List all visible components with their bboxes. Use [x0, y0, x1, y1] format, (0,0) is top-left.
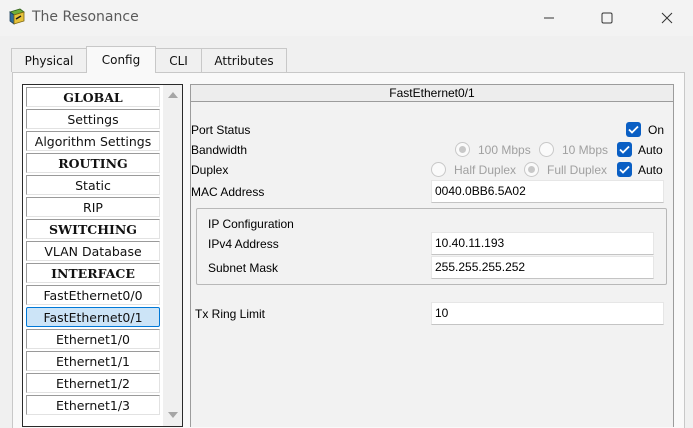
ipv4-address-label: IPv4 Address — [208, 237, 279, 251]
tx-ring-limit-field[interactable]: 10 — [431, 302, 664, 325]
scroll-down-arrow-icon[interactable] — [167, 409, 178, 420]
checkmark-icon — [628, 125, 639, 134]
duplex-half-label: Half Duplex — [454, 163, 517, 177]
mac-address-field[interactable]: 0040.0BB6.5A02 — [431, 180, 664, 203]
tab-cli[interactable]: CLI — [155, 48, 202, 72]
nav-scrollbar[interactable] — [163, 85, 182, 426]
port-status-on-label: On — [648, 123, 665, 137]
close-icon — [661, 12, 673, 24]
mac-address-label: MAC Address — [191, 185, 265, 199]
subnet-mask-field[interactable]: 255.255.255.252 — [431, 256, 654, 279]
nav-item-algorithm-settings[interactable]: Algorithm Settings — [26, 131, 160, 151]
title-bar: The Resonance — [0, 0, 693, 36]
bandwidth-label: Bandwidth — [191, 143, 248, 157]
section-header-global: GLOBAL — [26, 87, 160, 107]
nav-item-fastethernet0-1[interactable]: FastEthernet0/1 — [26, 307, 160, 327]
maximize-icon — [601, 12, 613, 24]
duplex-label: Duplex — [191, 163, 229, 177]
duplex-full-label: Full Duplex — [547, 163, 608, 177]
maximize-button[interactable] — [590, 6, 624, 30]
duplex-auto-label: Auto — [638, 163, 663, 177]
ip-configuration-group: IP Configuration IPv4 Address 10.40.11.1… — [196, 208, 667, 285]
port-status-on-checkbox[interactable] — [626, 122, 641, 137]
bandwidth-100mbps-radio[interactable] — [455, 142, 470, 157]
config-nav-list: GLOBAL Settings Algorithm Settings ROUTI… — [22, 84, 183, 427]
ipv4-address-field[interactable]: 10.40.11.193 — [431, 232, 654, 255]
port-status-label: Port Status — [191, 123, 251, 137]
close-button[interactable] — [650, 6, 684, 30]
tab-attributes[interactable]: Attributes — [201, 48, 287, 72]
bandwidth-10mbps-label: 10 Mbps — [562, 143, 609, 157]
ip-configuration-title: IP Configuration — [208, 217, 294, 231]
nav-item-ethernet1-0[interactable]: Ethernet1/0 — [26, 329, 160, 349]
tab-config[interactable]: Config — [86, 46, 156, 73]
nav-item-ethernet1-3[interactable]: Ethernet1/3 — [26, 395, 160, 415]
section-header-switching: SWITCHING — [26, 219, 160, 239]
nav-item-vlan-database[interactable]: VLAN Database — [26, 241, 160, 261]
bandwidth-10mbps-radio[interactable] — [539, 142, 554, 157]
nav-item-fastethernet0-0[interactable]: FastEthernet0/0 — [26, 285, 160, 305]
app-icon — [9, 8, 25, 25]
section-header-interface: INTERFACE — [26, 263, 160, 283]
window-title: The Resonance — [32, 9, 139, 25]
minimize-icon — [544, 17, 554, 19]
tab-bar: Physical Config CLI Attributes — [0, 36, 693, 73]
subnet-mask-label: Subnet Mask — [208, 261, 279, 275]
duplex-auto-checkbox[interactable] — [617, 162, 632, 177]
nav-item-ethernet1-2[interactable]: Ethernet1/2 — [26, 373, 160, 393]
interface-config-panel: FastEthernet0/1 Port Status On Bandwidth… — [190, 84, 674, 427]
tx-ring-limit-label: Tx Ring Limit — [195, 307, 266, 321]
checkmark-icon — [619, 145, 630, 154]
nav-item-settings[interactable]: Settings — [26, 109, 160, 129]
nav-item-rip[interactable]: RIP — [26, 197, 160, 217]
duplex-full-radio[interactable] — [524, 162, 539, 177]
nav-item-static[interactable]: Static — [26, 175, 160, 195]
panel-title: FastEthernet0/1 — [191, 85, 673, 102]
section-header-routing: ROUTING — [26, 153, 160, 173]
bandwidth-100mbps-label: 100 Mbps — [478, 143, 531, 157]
scroll-up-arrow-icon[interactable] — [167, 89, 178, 100]
checkmark-icon — [619, 165, 630, 174]
tab-physical[interactable]: Physical — [11, 48, 87, 72]
nav-item-ethernet1-1[interactable]: Ethernet1/1 — [26, 351, 160, 371]
minimize-button[interactable] — [532, 6, 566, 30]
bandwidth-auto-label: Auto — [638, 143, 663, 157]
duplex-half-radio[interactable] — [431, 162, 446, 177]
bandwidth-auto-checkbox[interactable] — [617, 142, 632, 157]
